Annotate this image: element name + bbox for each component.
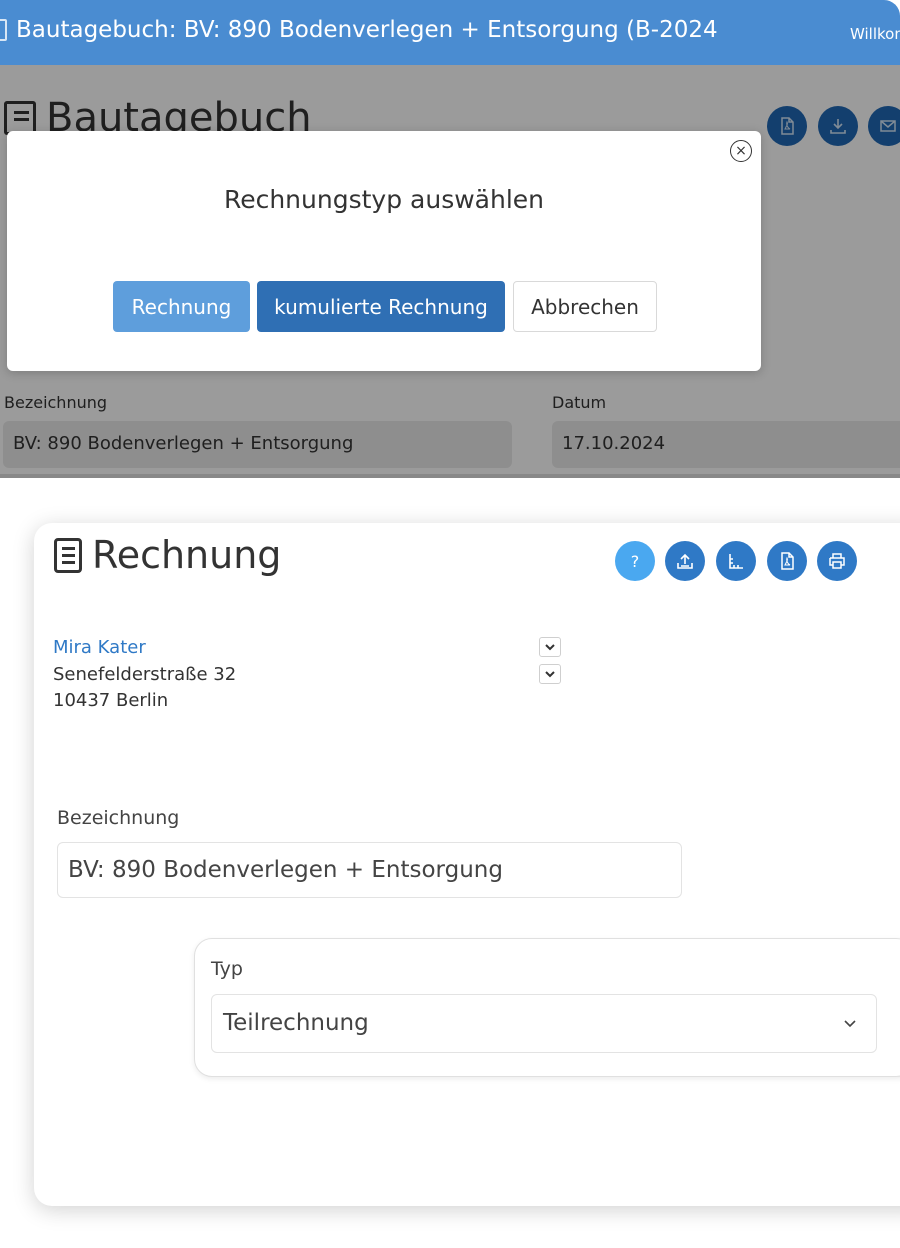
notebook-icon — [0, 19, 7, 41]
rechnung-button[interactable]: Rechnung — [113, 281, 250, 332]
rechnung-card: Rechnung ? Mira Kater Senefelderstraße 3… — [34, 523, 900, 1206]
divider — [0, 474, 900, 478]
typ-select[interactable]: Teilrechnung — [211, 994, 877, 1053]
chevron-down-icon — [545, 644, 555, 651]
window-title: Bautagebuch: BV: 890 Bodenverlegen + Ent… — [16, 17, 718, 43]
bezeichnung-input[interactable]: BV: 890 Bodenverlegen + Entsorgung — [57, 842, 682, 898]
client-street: Senefelderstraße 32 — [53, 664, 237, 685]
bezeichnung-label: Bezeichnung — [57, 807, 180, 829]
ruler-icon — [729, 554, 743, 569]
app-header: Bautagebuch: BV: 890 Bodenverlegen + Ent… — [0, 0, 900, 65]
close-icon[interactable]: × — [730, 140, 752, 162]
chevron-down-icon — [844, 1020, 856, 1028]
help-icon: ? — [630, 551, 640, 571]
kumulierte-rechnung-button[interactable]: kumulierte Rechnung — [257, 281, 505, 332]
upload-button[interactable] — [665, 541, 705, 581]
chevron-down-icon — [545, 671, 555, 678]
invoice-icon — [54, 538, 82, 573]
page-title: Rechnung — [92, 533, 282, 577]
client-name-link[interactable]: Mira Kater — [53, 637, 146, 658]
print-icon — [829, 553, 845, 569]
print-button[interactable] — [817, 541, 857, 581]
pdf-icon — [781, 552, 794, 570]
background-app-screenshot: Bautagebuch: BV: 890 Bodenverlegen + Ent… — [0, 0, 900, 478]
dialog-title: Rechnungstyp auswählen — [223, 185, 545, 214]
invoice-type-dialog: × Rechnungstyp auswählen Rechnung kumuli… — [7, 131, 761, 371]
expand-button[interactable] — [539, 664, 561, 684]
welcome-text: Willkom — [850, 25, 900, 43]
measure-button[interactable] — [716, 541, 756, 581]
typ-selected-value: Teilrechnung — [223, 1010, 369, 1036]
typ-panel: Typ Teilrechnung — [194, 938, 900, 1077]
upload-icon — [677, 553, 693, 569]
help-button[interactable]: ? — [615, 541, 655, 581]
expand-button[interactable] — [539, 637, 561, 657]
typ-label: Typ — [211, 958, 243, 980]
cancel-button[interactable]: Abbrechen — [513, 281, 657, 332]
client-city: 10437 Berlin — [53, 690, 169, 711]
pdf-button[interactable] — [767, 541, 807, 581]
